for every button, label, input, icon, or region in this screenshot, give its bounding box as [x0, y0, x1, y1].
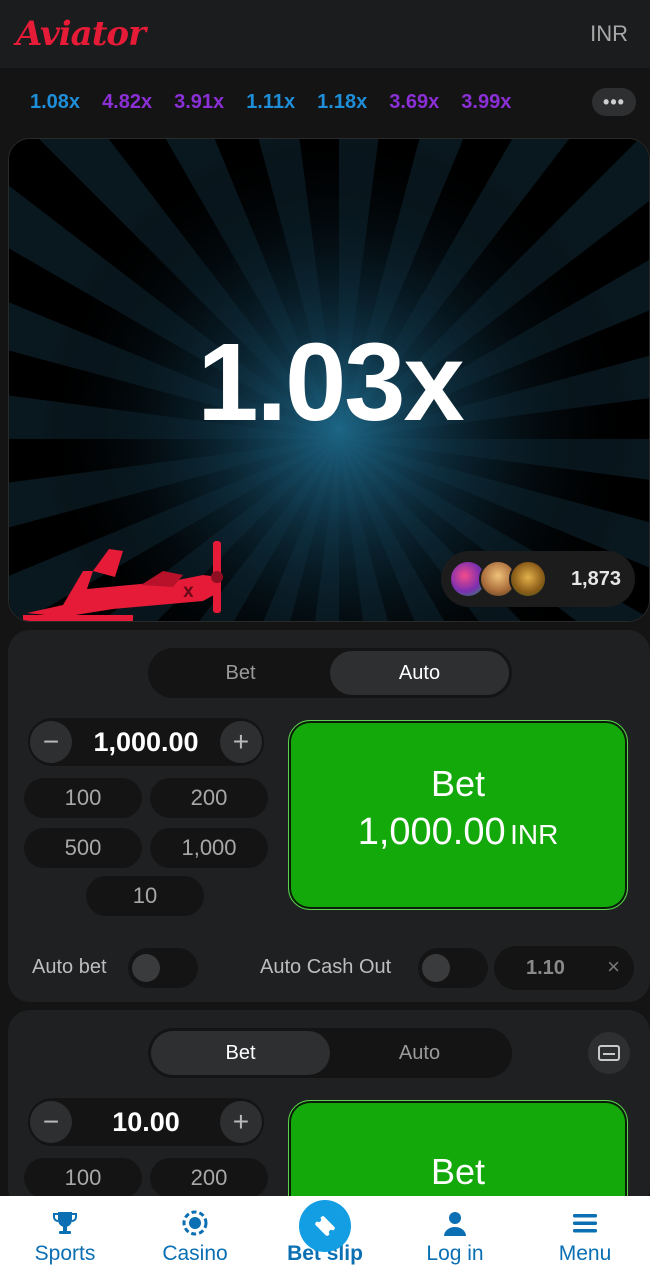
more-history-button[interactable]: •••: [592, 88, 636, 116]
auto-settings-row: Auto bet Auto Cash Out 1.10 ×: [24, 946, 634, 990]
stake-stepper: − 1,000.00 +: [28, 718, 264, 766]
aviator-logo[interactable]: Aviator: [16, 14, 146, 54]
increase-stake-button[interactable]: +: [219, 721, 262, 763]
history-item: 4.82x: [102, 90, 153, 113]
nav-bet-slip[interactable]: Bet slip: [260, 1196, 390, 1280]
bet-panel-2: Bet Auto − 10.00 + 100 200 Bet: [8, 1010, 650, 1230]
bet-button-currency: INR: [510, 819, 559, 850]
clear-icon[interactable]: ×: [607, 954, 620, 980]
nav-label: Sports: [34, 1242, 96, 1265]
bet-mode-tabs: Bet Auto: [148, 648, 512, 698]
players-online: 1,873: [441, 551, 635, 607]
multiplier-history: 1.08x 4.82x 3.91x 1.11x 1.18x 3.69x 3.99…: [0, 68, 650, 136]
auto-cashout-toggle[interactable]: [418, 948, 488, 988]
history-item: 3.91x: [174, 90, 225, 113]
auto-cashout-value: 1.10: [526, 957, 565, 979]
stake-value[interactable]: 10.00: [112, 1107, 180, 1138]
tab-auto[interactable]: Auto: [330, 651, 509, 695]
panel-toggle-icon: [598, 1045, 620, 1061]
tab-bet[interactable]: Bet: [151, 1031, 330, 1075]
nav-menu[interactable]: Menu: [520, 1196, 650, 1280]
history-item: 3.69x: [389, 90, 440, 113]
quick-stake-chip[interactable]: 1,000: [150, 828, 268, 868]
decrease-stake-button[interactable]: −: [30, 1101, 72, 1143]
chip-icon: [181, 1208, 209, 1238]
stake-stepper: − 10.00 +: [28, 1098, 264, 1146]
nav-sports[interactable]: Sports: [0, 1196, 130, 1280]
bet-button-label: Bet: [430, 763, 486, 804]
history-item: 1.08x: [30, 90, 81, 113]
quick-stake-chip[interactable]: 200: [150, 1158, 268, 1198]
game-canvas: 1.03x X 1,873: [8, 138, 650, 622]
stake-value[interactable]: 1,000.00: [93, 727, 198, 758]
quick-stake-chip[interactable]: 10: [86, 876, 204, 916]
history-fade: [552, 78, 592, 126]
bet-button-label: Bet: [430, 1151, 486, 1192]
ticket-icon: [299, 1200, 351, 1252]
history-item: 1.18x: [317, 90, 368, 113]
remove-panel-button[interactable]: [588, 1032, 630, 1074]
decrease-stake-button[interactable]: −: [30, 721, 72, 763]
auto-bet-label: Auto bet: [32, 956, 107, 978]
place-bet-button[interactable]: Bet 1,000.00 INR: [288, 720, 628, 910]
quick-stake-chip[interactable]: 200: [150, 778, 268, 818]
bet-button-amount: 1,000.00: [357, 811, 506, 853]
nav-label: Menu: [558, 1242, 612, 1265]
quick-stake-chip[interactable]: 100: [24, 1158, 142, 1198]
airplane-icon: X: [23, 541, 223, 621]
nav-casino[interactable]: Casino: [130, 1196, 260, 1280]
auto-bet-toggle[interactable]: [128, 948, 198, 988]
svg-text:X: X: [183, 585, 194, 601]
nav-label: Casino: [162, 1242, 228, 1265]
user-icon: [441, 1208, 469, 1238]
top-bar: Aviator INR: [0, 0, 650, 68]
toggle-knob: [132, 954, 160, 982]
history-item: 3.99x: [461, 90, 512, 113]
quick-stake-chip[interactable]: 500: [24, 828, 142, 868]
more-dots-icon: •••: [603, 91, 625, 112]
nav-log-in[interactable]: Log in: [390, 1196, 520, 1280]
toggle-knob: [422, 954, 450, 982]
trophy-icon: [51, 1208, 79, 1238]
player-avatar: [509, 560, 547, 598]
quick-stake-chip[interactable]: 100: [24, 778, 142, 818]
increase-stake-button[interactable]: +: [219, 1101, 262, 1143]
tab-auto[interactable]: Auto: [330, 1031, 509, 1075]
current-multiplier: 1.03x: [197, 321, 464, 444]
hamburger-icon: [571, 1208, 599, 1238]
nav-label: Log in: [426, 1242, 484, 1265]
tab-bet[interactable]: Bet: [151, 651, 330, 695]
bet-mode-tabs: Bet Auto: [148, 1028, 512, 1078]
bet-panel-1: Bet Auto − 1,000.00 + 100 200 500 1,000 …: [8, 630, 650, 1002]
bottom-navigation: Sports Casino Bet slip Log in Menu: [0, 1196, 650, 1280]
auto-cashout-input[interactable]: 1.10 ×: [494, 946, 634, 990]
currency-label: INR: [590, 21, 628, 46]
player-count: 1,873: [570, 567, 621, 590]
history-item: 1.11x: [246, 90, 296, 113]
auto-cashout-label: Auto Cash Out: [260, 956, 392, 978]
